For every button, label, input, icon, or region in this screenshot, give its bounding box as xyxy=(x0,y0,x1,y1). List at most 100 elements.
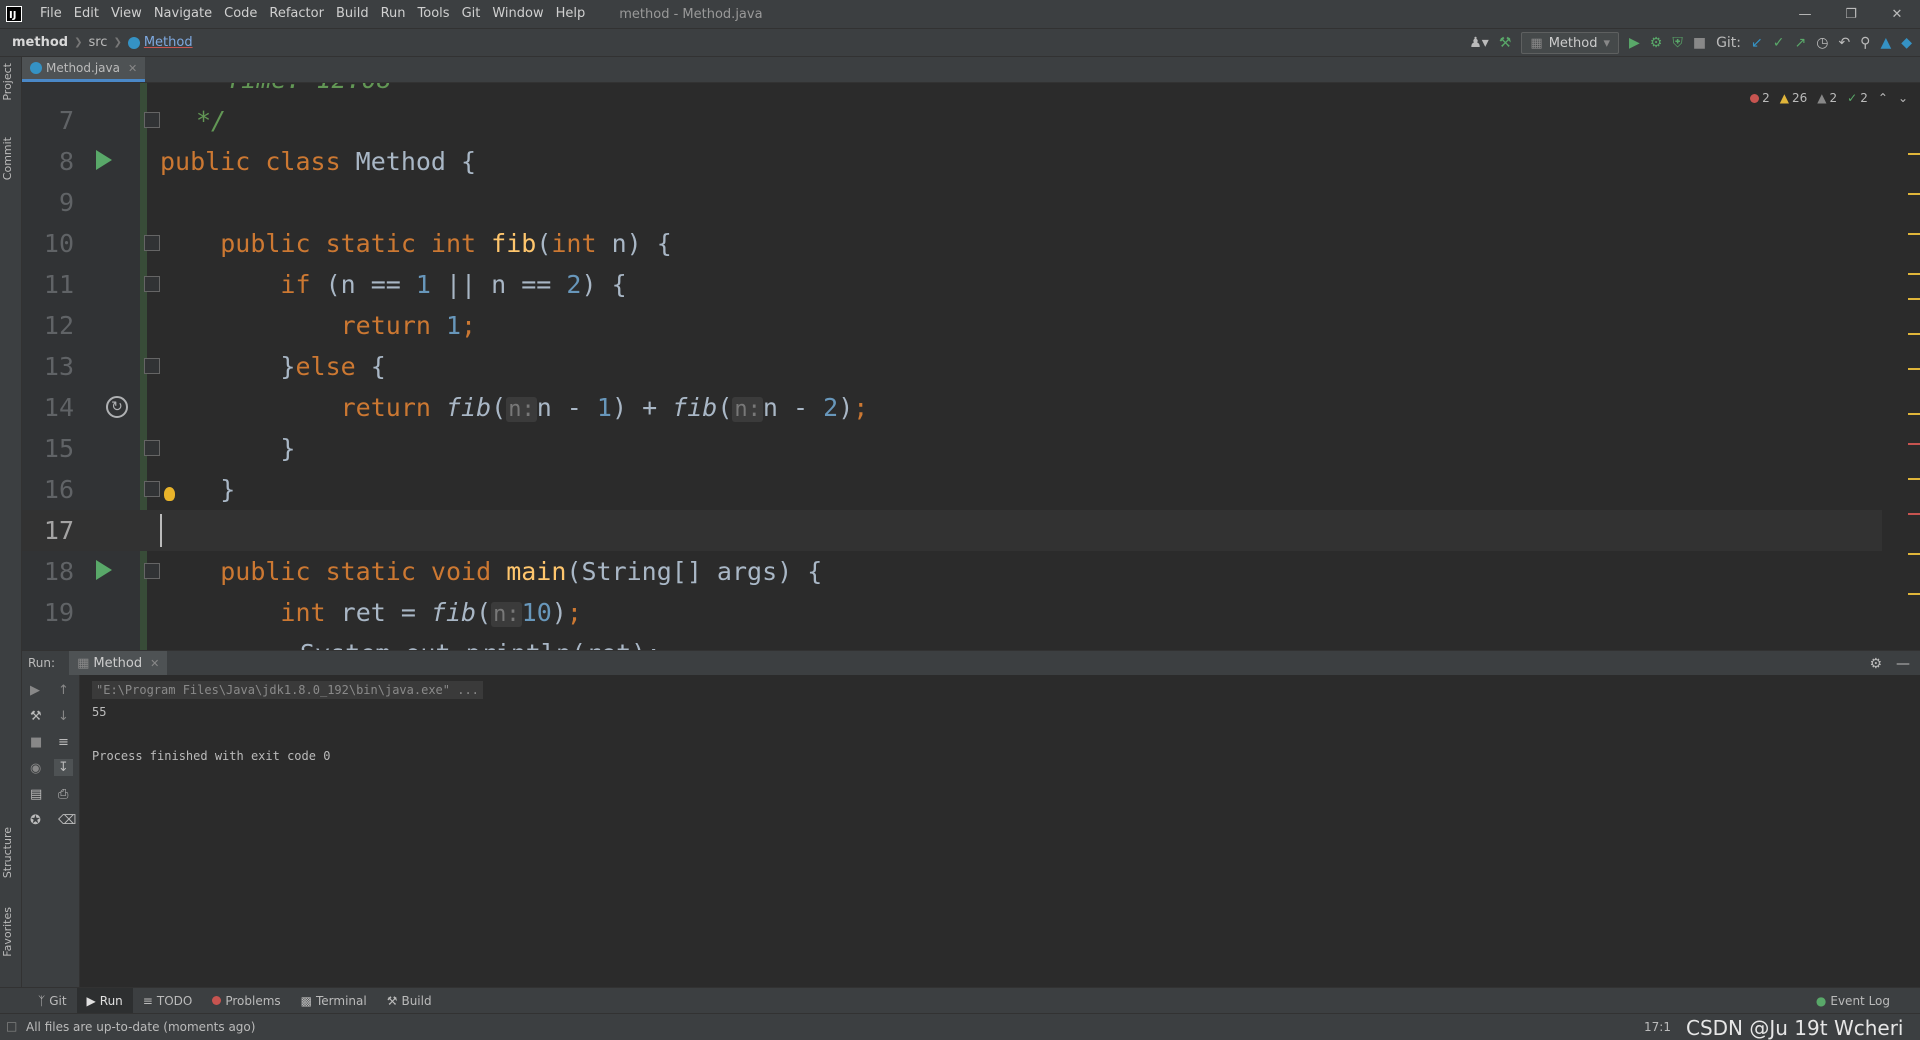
git-commit-icon[interactable]: ✓ xyxy=(1773,35,1785,51)
stripe-mark[interactable] xyxy=(1908,193,1920,195)
ide-update-icon[interactable]: ▲ xyxy=(1880,35,1891,51)
layout-icon[interactable]: ▤ xyxy=(30,787,42,802)
menu-run[interactable]: Run xyxy=(375,0,412,28)
fold-icon[interactable] xyxy=(144,112,160,128)
chevron-up-icon[interactable]: ⌃ xyxy=(1878,91,1888,105)
tool-tab-git[interactable]: ᛉ Git xyxy=(28,988,77,1014)
minimize-button[interactable]: — xyxy=(1782,0,1828,28)
fold-icon[interactable] xyxy=(144,276,160,292)
stripe-mark[interactable] xyxy=(1908,413,1920,415)
intellij-logo-icon: IJ xyxy=(6,6,22,22)
tool-tab-problems[interactable]: Problems xyxy=(202,988,290,1014)
close-tab-icon[interactable]: ✕ xyxy=(150,657,159,670)
warning-count[interactable]: ▲ 26 xyxy=(1780,91,1808,105)
inspection-widget[interactable]: 2 ▲ 26 ▲ 2 ✓ 2 ⌃ ⌄ xyxy=(1750,91,1908,105)
breadcrumb-src[interactable]: src xyxy=(88,35,107,50)
camera-icon[interactable]: ◉ xyxy=(30,761,41,776)
stop-icon[interactable]: ■ xyxy=(1693,35,1706,51)
tool-tab-structure[interactable]: Structure xyxy=(1,827,14,878)
tool-tab-terminal[interactable]: ▩ Terminal xyxy=(291,988,377,1014)
fold-icon[interactable] xyxy=(144,440,160,456)
weak-warning-count[interactable]: ▲ 2 xyxy=(1817,91,1837,105)
tool-tab-project[interactable]: Project xyxy=(1,63,14,101)
stripe-mark[interactable] xyxy=(1908,368,1920,370)
menu-help[interactable]: Help xyxy=(550,0,592,28)
run-icon[interactable]: ▶ xyxy=(1629,35,1640,51)
stop-icon[interactable]: ■ xyxy=(30,735,42,750)
run-tab-method[interactable]: ▦ Method ✕ xyxy=(69,650,168,676)
error-count[interactable]: 2 xyxy=(1750,91,1770,105)
trash-icon[interactable]: ⌫ xyxy=(58,813,76,828)
rollback-icon[interactable]: ↶ xyxy=(1838,35,1850,51)
menu-tools[interactable]: Tools xyxy=(412,0,456,28)
run-console[interactable]: "E:\Program Files\Java\jdk1.8.0_192\bin\… xyxy=(80,675,1920,987)
run-gutter-icon[interactable] xyxy=(96,560,112,580)
plugin-icon[interactable]: ◆ xyxy=(1901,35,1912,51)
stripe-mark[interactable] xyxy=(1908,333,1920,335)
recursive-call-icon[interactable]: ↻ xyxy=(106,396,128,418)
build-hammer-icon[interactable]: ⚒ xyxy=(1499,35,1512,51)
cursor-position[interactable]: 17:1 xyxy=(1644,1014,1671,1040)
stripe-mark[interactable] xyxy=(1908,513,1920,515)
editor-tab-method-java[interactable]: Method.java ✕ xyxy=(22,57,146,82)
error-stripe[interactable] xyxy=(1906,123,1920,650)
menu-code[interactable]: Code xyxy=(218,0,263,28)
user-icon[interactable]: ♟▾ xyxy=(1469,35,1489,51)
scroll-to-end-icon[interactable]: ↧ xyxy=(54,759,73,776)
breadcrumb-class[interactable]: Method xyxy=(144,35,193,50)
pin-icon[interactable]: ✪ xyxy=(30,813,41,828)
history-icon[interactable]: ◷ xyxy=(1816,35,1828,51)
tool-tab-todo[interactable]: ≡ TODO xyxy=(133,988,203,1014)
stripe-mark[interactable] xyxy=(1908,443,1920,445)
stripe-mark[interactable] xyxy=(1908,553,1920,555)
run-configuration-select[interactable]: ▦ Method ▾ xyxy=(1521,32,1619,54)
search-icon[interactable]: ⚲ xyxy=(1860,35,1870,51)
ok-count[interactable]: ✓ 2 xyxy=(1847,91,1868,105)
menu-window[interactable]: Window xyxy=(486,0,549,28)
menu-file[interactable]: File xyxy=(34,0,68,28)
arrow-up-icon[interactable]: ↑ xyxy=(58,683,69,698)
breadcrumb-project[interactable]: method xyxy=(12,35,68,50)
menu-edit[interactable]: Edit xyxy=(68,0,105,28)
stripe-mark[interactable] xyxy=(1908,273,1920,275)
coverage-icon[interactable]: ⛨ xyxy=(1672,35,1683,51)
arrow-down-icon[interactable]: ↓ xyxy=(58,709,69,724)
restore-button[interactable]: ❐ xyxy=(1828,0,1874,28)
hide-panel-icon[interactable]: — xyxy=(1896,656,1910,672)
chevron-down-icon[interactable]: ⌄ xyxy=(1898,91,1908,105)
tool-tab-commit[interactable]: Commit xyxy=(1,137,14,180)
soft-wrap-icon[interactable]: ≡ xyxy=(58,735,69,750)
close-button[interactable]: ✕ xyxy=(1874,0,1920,28)
print-icon[interactable]: ⎙ xyxy=(58,787,68,802)
fold-icon[interactable] xyxy=(144,481,160,497)
close-tab-icon[interactable]: ✕ xyxy=(128,62,137,75)
fold-icon[interactable] xyxy=(144,563,160,579)
run-gutter-icon[interactable] xyxy=(96,150,112,170)
code-text: if (n == 1 || n == 2) { xyxy=(280,270,627,299)
menu-navigate[interactable]: Navigate xyxy=(148,0,218,28)
debug-icon[interactable]: ⚙ xyxy=(1650,35,1663,51)
editor-tab-bar: Method.java ✕ xyxy=(22,57,1920,83)
menu-view[interactable]: View xyxy=(105,0,148,28)
code-editor[interactable]: * Time: 12:08 7 */ 8 public class Method… xyxy=(22,83,1920,650)
git-update-icon[interactable]: ↙ xyxy=(1751,35,1763,51)
tool-tab-run[interactable]: ▶ Run xyxy=(76,987,133,1014)
stripe-mark[interactable] xyxy=(1908,478,1920,480)
git-push-icon[interactable]: ↗ xyxy=(1794,35,1806,51)
status-square-icon[interactable]: □ xyxy=(6,1019,17,1033)
fold-icon[interactable] xyxy=(144,358,160,374)
tool-tab-build[interactable]: ⚒ Build xyxy=(377,988,442,1014)
menu-git[interactable]: Git xyxy=(456,0,487,28)
stripe-mark[interactable] xyxy=(1908,233,1920,235)
gear-icon[interactable]: ⚙ xyxy=(1869,656,1882,672)
fold-icon[interactable] xyxy=(144,235,160,251)
wrench-icon[interactable]: ⚒ xyxy=(30,709,42,724)
menu-refactor[interactable]: Refactor xyxy=(263,0,330,28)
stripe-mark[interactable] xyxy=(1908,298,1920,300)
stripe-mark[interactable] xyxy=(1908,593,1920,595)
rerun-icon[interactable]: ▶ xyxy=(30,683,40,698)
event-log-button[interactable]: ● Event Log xyxy=(1816,988,1890,1014)
menu-build[interactable]: Build xyxy=(330,0,375,28)
stripe-mark[interactable] xyxy=(1908,153,1920,155)
tool-tab-favorites[interactable]: Favorites xyxy=(1,907,14,957)
